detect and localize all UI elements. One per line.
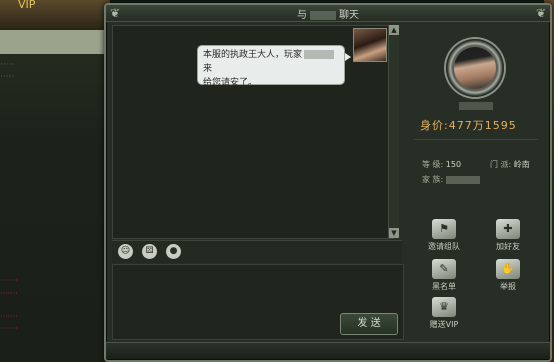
blacklist-button[interactable]: ✎ 黑名单 (424, 259, 464, 292)
flag-icon: ⚑ (432, 219, 456, 239)
gift-icon: ♛ (432, 297, 456, 317)
window-bottom-bar (106, 342, 550, 359)
player-profile-panel: 身价:477万1595 等 级: 150 门 派: 岭南 家 族: ⚑ 邀请组队… (404, 25, 546, 340)
private-chat-window: ❦ 与聊天 ❦ 本服的执政王大人，玩家来 给您请安了。 ▲ ▼ ☺ ⚄ ● 发 … (104, 3, 552, 362)
worth-value: 477万1595 (448, 119, 517, 132)
background-selected-row (0, 30, 110, 54)
chat-scrollbar[interactable]: ▲ ▼ (388, 25, 399, 238)
chat-history[interactable]: 本服的执政王大人，玩家来 给您请安了。 (112, 25, 394, 239)
title-prefix: 与 (297, 10, 307, 21)
ornament-right-icon: ❦ (535, 6, 546, 20)
dice-icon[interactable]: ⚄ (142, 244, 157, 259)
worth: 身价:477万1595 (420, 117, 546, 133)
background-ghost-text: ····· (0, 72, 15, 82)
background-scene-left: VIP ····· ····· ······· ······· ······· … (0, 0, 110, 362)
level-value: 150 (445, 160, 462, 169)
profile-avatar (454, 47, 496, 89)
report-label: 举报 (500, 282, 516, 291)
faction-info: 门 派: 岭南 (490, 159, 530, 170)
add-friend-button[interactable]: ✚ 加好友 (488, 219, 528, 252)
profile-avatar-frame (446, 39, 504, 97)
message-text-2: 来 (203, 64, 213, 74)
report-button[interactable]: ✋ 举报 (488, 259, 528, 292)
title-bar[interactable]: ❦ 与聊天 ❦ (106, 5, 550, 22)
message-text-1: 本服的执政王大人，玩家 (203, 50, 303, 60)
bubble-tail (345, 53, 351, 61)
level-label: 等 级: (422, 160, 444, 169)
vip-label: VIP (18, 0, 36, 11)
worth-label: 身价: (420, 119, 449, 132)
background-red-text: ······· (0, 324, 18, 333)
invite-team-button[interactable]: ⚑ 邀请组队 (424, 219, 464, 252)
background-top-banner: VIP (0, 0, 110, 30)
message-player-redacted (304, 50, 335, 59)
family-value-redacted (445, 175, 480, 184)
background-red-text: ······· (0, 276, 18, 285)
background-red-text: ······· (0, 289, 18, 298)
family-label: 家 族: (422, 175, 444, 184)
gift-vip-button[interactable]: ♛ 赠送VIP (424, 297, 464, 330)
blacklist-label: 黑名单 (432, 282, 456, 291)
scroll-up-icon[interactable]: ▲ (389, 25, 399, 35)
message-text-3: 给您请安了。 (203, 78, 258, 88)
window-title: 与 聊天 (106, 6, 550, 21)
faction-label: 门 派: (490, 160, 512, 169)
blacklist-icon: ✎ (432, 259, 456, 279)
gift-vip-label: 赠送VIP (429, 320, 459, 329)
profile-name-redacted (459, 102, 493, 110)
scroll-down-icon[interactable]: ▼ (389, 228, 399, 238)
level-info: 等 级: 150 (422, 159, 461, 170)
add-friend-icon: ✚ (496, 219, 520, 239)
send-button[interactable]: 发 送 (340, 313, 398, 335)
location-icon[interactable]: ● (166, 244, 181, 259)
family-info: 家 族: (422, 174, 480, 185)
background-ghost-text: ····· (0, 60, 15, 70)
background-red-text: ······· (0, 312, 18, 321)
faction-value: 岭南 (513, 160, 530, 169)
title-suffix: 聊天 (339, 10, 359, 21)
add-friend-label: 加好友 (496, 242, 520, 251)
profile-divider (414, 139, 538, 140)
report-icon: ✋ (496, 259, 520, 279)
chat-toolbar: ☺ ⚄ ● (112, 240, 402, 263)
smiley-icon[interactable]: ☺ (118, 244, 133, 259)
sender-avatar (353, 28, 387, 62)
chat-message-bubble: 本服的执政王大人，玩家来 给您请安了。 (197, 45, 345, 88)
invite-team-label: 邀请组队 (428, 242, 460, 251)
title-player-name-redacted (310, 10, 336, 20)
